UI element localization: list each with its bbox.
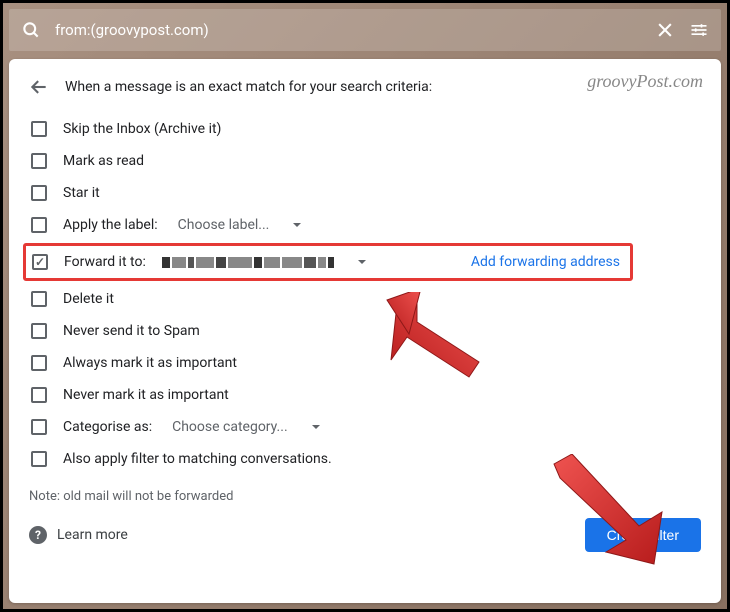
checkbox-also-apply[interactable] bbox=[31, 451, 47, 467]
label-apply-label: Apply the label: bbox=[63, 217, 158, 233]
option-skip-inbox[interactable]: Skip the Inbox (Archive it) bbox=[29, 115, 701, 143]
label-never-spam: Never send it to Spam bbox=[63, 323, 200, 339]
option-star[interactable]: Star it bbox=[29, 179, 701, 207]
option-mark-read[interactable]: Mark as read bbox=[29, 147, 701, 175]
search-query[interactable]: from:(groovypost.com) bbox=[55, 21, 641, 39]
label-star: Star it bbox=[63, 185, 100, 201]
option-also-apply[interactable]: Also apply filter to matching conversati… bbox=[29, 445, 701, 473]
filter-panel: groovyPost.com When a message is an exac… bbox=[9, 59, 721, 603]
label-always-important: Always mark it as important bbox=[63, 355, 237, 371]
create-filter-button[interactable]: Create filter bbox=[585, 518, 701, 552]
checkbox-never-spam[interactable] bbox=[31, 323, 47, 339]
option-delete[interactable]: Delete it bbox=[29, 285, 701, 313]
note-text: Note: old mail will not be forwarded bbox=[29, 489, 701, 504]
option-forward[interactable]: Forward it to: Add forwarding address bbox=[32, 248, 624, 276]
checkbox-delete[interactable] bbox=[31, 291, 47, 307]
caret-down-icon[interactable] bbox=[293, 223, 301, 227]
option-categorise[interactable]: Categorise as: Choose category... bbox=[29, 413, 701, 441]
label-delete: Delete it bbox=[63, 291, 114, 307]
label-skip-inbox: Skip the Inbox (Archive it) bbox=[63, 121, 221, 137]
learn-more-link[interactable]: ? Learn more bbox=[29, 526, 128, 544]
checkbox-apply-label[interactable] bbox=[31, 217, 47, 233]
search-bar[interactable]: from:(groovypost.com) bbox=[9, 9, 721, 51]
label-mark-read: Mark as read bbox=[63, 153, 144, 169]
label-never-important: Never mark it as important bbox=[63, 387, 229, 403]
header-text: When a message is an exact match for you… bbox=[65, 79, 432, 95]
label-forward: Forward it to: bbox=[64, 254, 146, 270]
option-always-important[interactable]: Always mark it as important bbox=[29, 349, 701, 377]
close-icon[interactable] bbox=[655, 20, 675, 40]
checkbox-forward[interactable] bbox=[32, 254, 48, 270]
checkbox-always-important[interactable] bbox=[31, 355, 47, 371]
option-never-spam[interactable]: Never send it to Spam bbox=[29, 317, 701, 345]
checkbox-star[interactable] bbox=[31, 185, 47, 201]
forward-email-redacted[interactable] bbox=[162, 257, 334, 268]
filter-options: Skip the Inbox (Archive it) Mark as read… bbox=[29, 115, 701, 473]
back-arrow-icon[interactable] bbox=[29, 77, 49, 97]
add-forwarding-link[interactable]: Add forwarding address bbox=[471, 254, 624, 270]
learn-more-label: Learn more bbox=[57, 527, 128, 543]
dropdown-apply-label[interactable]: Choose label... bbox=[178, 217, 270, 233]
option-apply-label[interactable]: Apply the label: Choose label... bbox=[29, 211, 701, 239]
search-icon bbox=[21, 20, 41, 40]
option-never-important[interactable]: Never mark it as important bbox=[29, 381, 701, 409]
checkbox-never-important[interactable] bbox=[31, 387, 47, 403]
label-categorise: Categorise as: bbox=[63, 419, 152, 435]
checkbox-categorise[interactable] bbox=[31, 419, 47, 435]
checkbox-skip-inbox[interactable] bbox=[31, 121, 47, 137]
footer: ? Learn more Create filter bbox=[29, 518, 701, 552]
caret-down-icon[interactable] bbox=[312, 425, 320, 429]
tune-icon[interactable] bbox=[689, 20, 709, 40]
header-row: When a message is an exact match for you… bbox=[29, 77, 701, 97]
label-also-apply: Also apply filter to matching conversati… bbox=[63, 451, 332, 467]
dropdown-categorise[interactable]: Choose category... bbox=[172, 419, 288, 435]
caret-down-icon[interactable] bbox=[358, 260, 366, 264]
checkbox-mark-read[interactable] bbox=[31, 153, 47, 169]
help-icon: ? bbox=[29, 526, 47, 544]
highlight-box: Forward it to: Add forwarding address bbox=[23, 243, 633, 281]
